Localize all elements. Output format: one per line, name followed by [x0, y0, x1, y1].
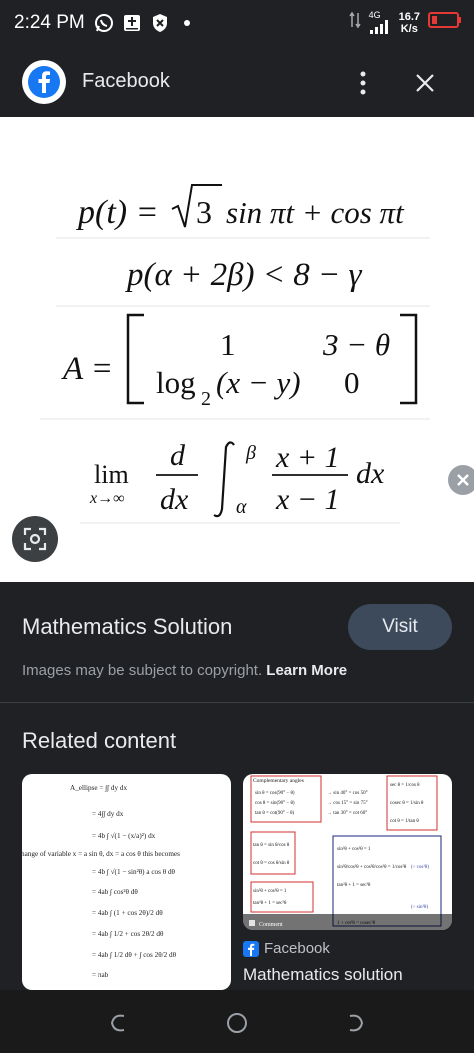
lens-icon	[23, 527, 47, 551]
card2-header: Complementary angles	[253, 778, 304, 784]
formula1-rhs: sin πt + cos πt	[226, 195, 405, 230]
status-bar: 2:24 PM 4G 16.7 K/s	[0, 0, 474, 48]
related-content-title: Related content	[22, 728, 177, 753]
card2-blue-1: sin²θ + cos²θ = 1	[337, 846, 371, 852]
card2-sin-note: (÷ sin²θ)	[411, 904, 428, 910]
close-icon	[416, 74, 434, 92]
card2-pyth-1: sin²θ + cos²θ = 1	[253, 888, 287, 894]
main-image[interactable]: p(t) = 3 sin πt + cos πt p(α + 2β) < 8 −…	[0, 117, 474, 582]
dot-icon	[182, 12, 192, 34]
card1-line-9: = 4ab ∫ 1/2 dθ + ∫ cos 2θ/2 dθ	[92, 951, 177, 959]
card2-blue-3: tan²θ + 1 = sec²θ	[337, 882, 371, 888]
frac-num: x + 1	[275, 441, 340, 474]
learn-more-link[interactable]: Learn More	[266, 662, 347, 679]
app-bar: Facebook	[0, 48, 474, 116]
formula-1: p(t) = 3 sin πt + cos πt	[56, 184, 430, 239]
card2-source: Facebook	[243, 940, 330, 957]
card2-left-2: cos θ = sin(90° − θ)	[255, 801, 295, 806]
section-divider	[0, 702, 474, 703]
card2-mid-1: → sin 40° = cos 50°	[327, 791, 368, 796]
card1-line-2: = 4∫∫ dy dx	[92, 810, 124, 818]
visit-button[interactable]: Visit	[348, 604, 452, 650]
lim-text: lim	[94, 460, 129, 489]
card1-line-1: A_ellipse = ∫∫ dy dx	[70, 784, 128, 792]
card2-pyth-2: tan²θ + 1 = sec²θ	[253, 900, 287, 906]
card2-quot-2: cot θ = cos θ/sin θ	[253, 861, 290, 866]
home-icon	[227, 1013, 247, 1033]
network-type: 4G	[368, 10, 381, 20]
formula1-root: 3	[196, 194, 212, 230]
recents-icon	[110, 1014, 125, 1032]
copyright-notice: Images may be subject to copyright. Lear…	[22, 662, 347, 679]
int-lower: α	[236, 496, 247, 518]
card1-line-6: = 4ab ∫ cos²θ dθ	[92, 888, 138, 896]
formula1-lhs: p(t) =	[76, 194, 159, 231]
back-icon	[349, 1014, 364, 1032]
formula-2: p(α + 2β) < 8 − γ	[56, 257, 430, 307]
related-card-2[interactable]: Complementary angles sin θ = cos(90° − θ…	[243, 774, 452, 930]
facebook-logo	[22, 60, 66, 104]
lim-sub: x→∞	[89, 490, 125, 507]
image-title: Mathematics Solution	[22, 614, 233, 639]
matrix-r2c1-sub: 2	[201, 388, 211, 410]
int-upper: β	[245, 442, 256, 464]
card1-line-7: = 4ab ∫ (1 + cos 2θ)/2 dθ	[92, 909, 163, 917]
signal-icon	[369, 20, 391, 35]
card2-left-3: tan θ = cot(90° − θ)	[255, 811, 295, 816]
formula-3: A = 1 3 − θ log 2 (x − y) 0	[40, 313, 430, 420]
card2-cos-note: (÷ cos²θ)	[411, 864, 429, 870]
formula-4: lim x→∞ d dx β α x + 1 x − 1 dx	[80, 439, 400, 524]
speed-value: 16.7	[398, 10, 420, 23]
card1-line-5: = 4b ∫ √(1 − sin²θ) a cos θ dθ	[92, 868, 176, 876]
navigation-bar	[0, 990, 474, 1053]
bible-app-icon	[121, 12, 143, 34]
data-transfer-icon	[348, 11, 361, 34]
matrix-r2c1-arg: (x − y)	[216, 365, 301, 400]
related-card-1[interactable]: A_ellipse = ∫∫ dy dx = 4∫∫ dy dx = 4b ∫ …	[22, 774, 231, 990]
formula4-dx: dx	[356, 457, 385, 490]
deriv-den: dx	[160, 483, 189, 516]
card2-title[interactable]: Mathematics solution	[243, 965, 403, 985]
formula3-lhs: A =	[61, 351, 113, 387]
card1-line-10: = πab	[92, 971, 109, 979]
battery-icon	[428, 11, 462, 34]
status-time: 2:24 PM	[14, 12, 85, 33]
deriv-num: d	[170, 439, 186, 472]
card2-right-3: cot θ = 1/tan θ	[390, 819, 419, 824]
card2-mid-2: → cos 15° = sin 75°	[327, 801, 368, 806]
matrix-r2c2: 0	[344, 365, 360, 400]
facebook-small-icon	[243, 940, 259, 957]
matrix-r2c1: log	[156, 365, 196, 400]
home-button[interactable]	[222, 1008, 252, 1038]
frac-den: x − 1	[275, 483, 340, 516]
dismiss-button[interactable]	[448, 465, 474, 495]
recents-button[interactable]	[104, 1008, 134, 1038]
card2-right-2: cosec θ = 1/sin θ	[390, 801, 424, 806]
matrix-r1c2: 3 − θ	[322, 327, 390, 362]
shield-notification-icon	[150, 12, 170, 34]
lens-button[interactable]	[12, 516, 58, 562]
card1-line-3: = 4b ∫ √(1 − (x/a)²) dx	[92, 832, 156, 840]
whatsapp-icon	[93, 12, 115, 34]
status-right: 4G 16.7 K/s	[348, 10, 462, 35]
formula2-text: p(α + 2β) < 8 − γ	[125, 257, 363, 293]
card2-left-1: sin θ = cos(90° − θ)	[255, 791, 295, 796]
more-options-button[interactable]	[350, 66, 376, 100]
back-button[interactable]	[340, 1008, 370, 1038]
card2-blue-2: sin²θ/cos²θ + cos²θ/cos²θ = 1/cos²θ	[337, 864, 407, 870]
app-title: Facebook	[82, 70, 170, 92]
matrix-r1c1: 1	[220, 327, 236, 362]
close-button[interactable]	[408, 66, 442, 100]
more-vert-icon	[360, 71, 366, 95]
speed-unit: K/s	[400, 22, 418, 35]
card2-source-name: Facebook	[264, 940, 330, 957]
card2-mid-3: → tan 30° = cot 60°	[327, 811, 367, 816]
card2-overlay-comment: Comment	[259, 922, 283, 928]
card1-line-4: hange of variable x = a sin θ, dx = a co…	[22, 850, 180, 858]
close-small-icon	[457, 474, 469, 486]
card1-line-8: = 4ab ∫ 1/2 + cos 2θ/2 dθ	[92, 930, 164, 938]
copyright-text: Images may be subject to copyright.	[22, 662, 263, 679]
card2-quot-1: tan θ = sin θ/cos θ	[253, 843, 290, 848]
card2-right-1: sec θ = 1/cos θ	[390, 783, 420, 788]
